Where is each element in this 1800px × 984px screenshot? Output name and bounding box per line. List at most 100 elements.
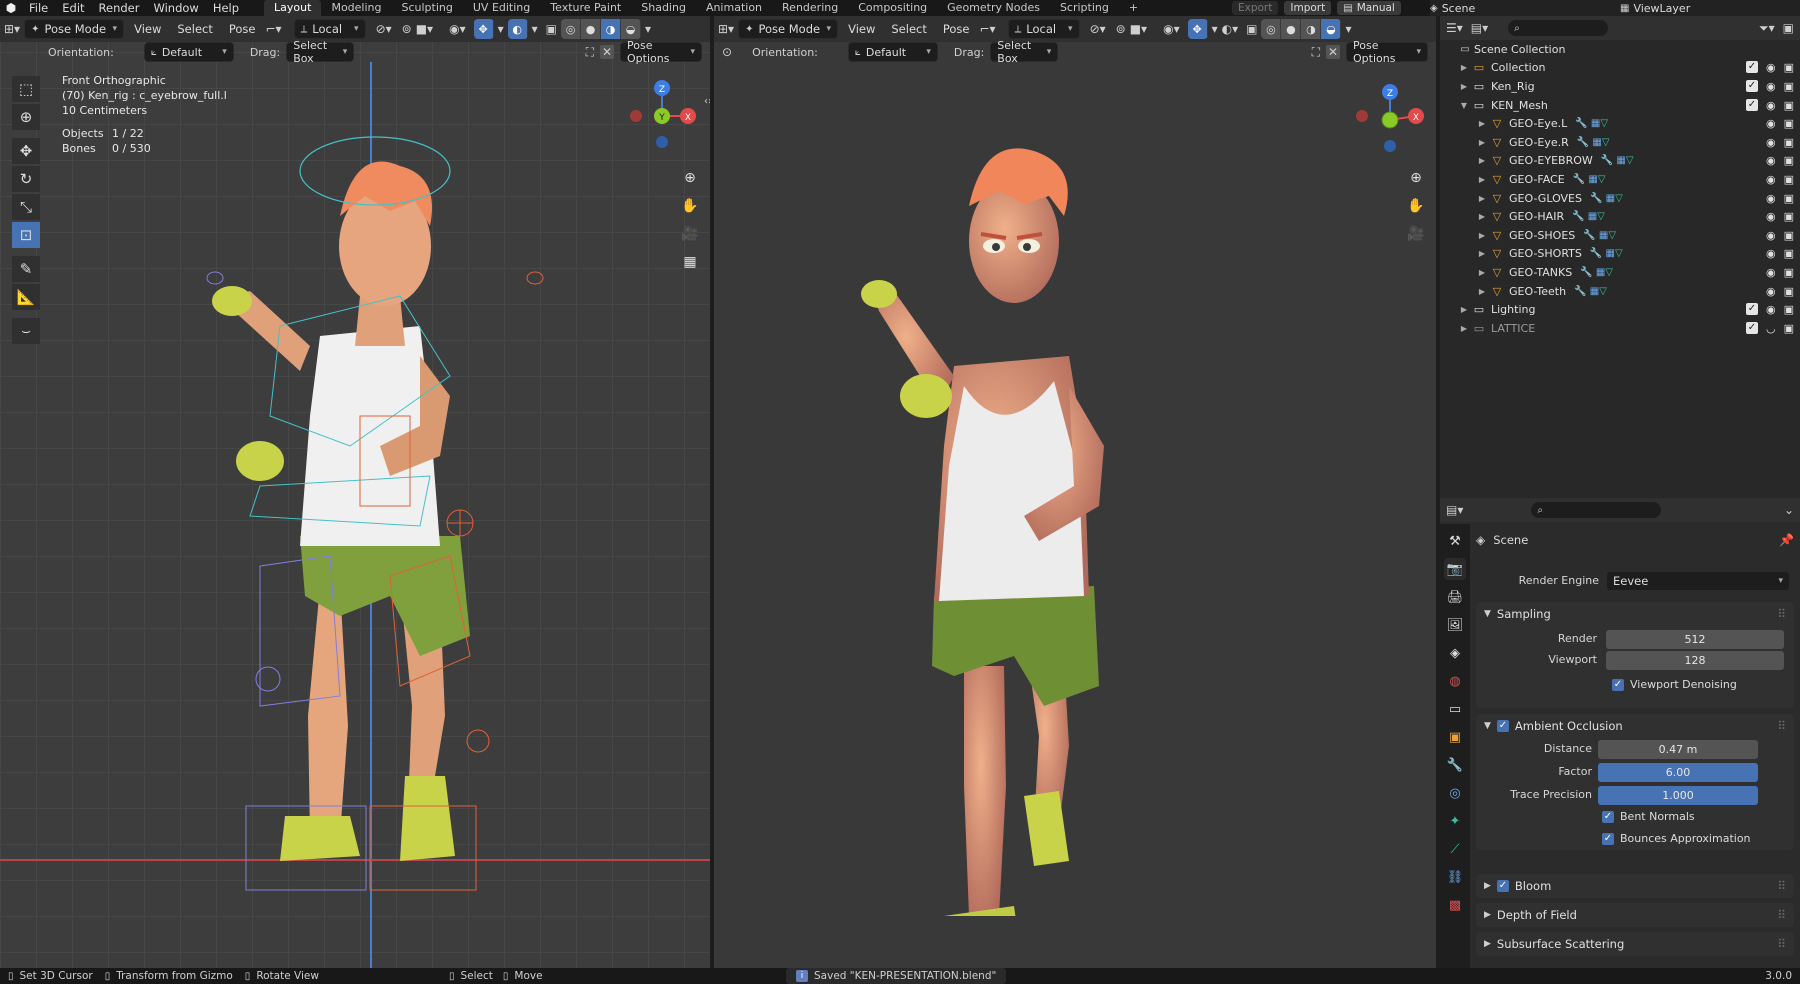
menu-pose[interactable]: Pose [937,19,976,39]
drag-dropdown[interactable]: Select Box ▾ [990,39,1059,65]
blender-logo-icon[interactable]: ⬢ [0,1,22,15]
eye-icon[interactable]: ◉ [1766,136,1776,149]
outliner-search-input[interactable]: ⌕ [1508,20,1609,36]
tab-uv-editing[interactable]: UV Editing [463,0,540,16]
pin-icon[interactable]: 📌 [1779,533,1794,547]
expand-right-icon[interactable]: ▶ [1476,212,1488,221]
scene-tab-icon[interactable]: ◈ [1444,642,1466,664]
gizmo-icon[interactable]: ✥ [1187,19,1208,39]
exclude-checkbox[interactable]: ✓ [1745,79,1758,92]
expand-right-icon[interactable]: ▶ [1476,287,1488,296]
cursor-tool[interactable]: ⊕ [12,104,40,130]
render-camera-icon[interactable]: ▣ [1784,99,1794,112]
bloom-panel[interactable]: ▶ ✓ Bloom ⠿ [1476,874,1794,898]
ao-trace-precision-field[interactable]: 1.000 [1598,786,1758,805]
outliner-item[interactable]: ▶ ▽ GEO-SHORTS 🔧 ▦ ▽ ◉ ▣ [1440,245,1800,264]
outliner-item[interactable]: ▶ ▽ GEO-SHOES 🔧 ▦ ▽ ◉ ▣ [1440,226,1800,245]
visibility-icon[interactable]: ◉▾ [1163,22,1180,36]
mode-dropdown[interactable]: ✦ Pose Mode ▾ [738,19,839,39]
render-camera-icon[interactable]: ▣ [1784,173,1794,186]
move-tool[interactable]: ✥ [12,138,40,164]
rendered-shading-icon[interactable]: ◒ [621,19,641,39]
exclude-checkbox[interactable]: ✓ [1745,61,1758,74]
status-report[interactable]: i Saved "KEN-PRESENTATION.blend" [786,968,1007,984]
wireframe-shading-icon[interactable]: ◎ [561,19,581,39]
render-camera-icon[interactable]: ▣ [1784,247,1794,260]
eye-icon[interactable]: ◉ [1766,229,1776,242]
outliner-item[interactable]: ▶ ▽ GEO-GLOVES 🔧 ▦ ▽ ◉ ▣ [1440,189,1800,208]
expand-right-icon[interactable]: ▶ [1476,249,1488,258]
eye-icon[interactable]: ◉ [1766,173,1776,186]
pivot-icon[interactable]: ⊘▾ [1090,22,1106,36]
gizmo-toggle[interactable]: ✥ [473,19,494,39]
import-button[interactable]: Import [1284,1,1332,15]
overlay-dropdown-icon[interactable]: ▾ [532,22,538,36]
pose-copy-icon[interactable]: ⌐▾ [266,22,282,36]
exclude-checkbox[interactable]: ✓ [1745,303,1758,316]
editor-type-icon[interactable]: ▤▾ [1446,503,1463,517]
eye-icon[interactable]: ◉ [1766,266,1776,279]
menu-file[interactable]: File [22,0,55,16]
bone-tab-icon[interactable]: ⟋ [1444,838,1466,860]
gizmo-toggle[interactable]: ✥ [1187,19,1208,39]
render-camera-icon[interactable]: ▣ [1784,136,1794,149]
expand-right-icon[interactable]: ▶ [1476,156,1488,165]
tab-modeling[interactable]: Modeling [321,0,391,16]
orientation-dropdown[interactable]: ⟀ Default ▾ [847,42,938,62]
world-tab-icon[interactable]: ◍ [1444,670,1466,692]
zoom-icon[interactable]: ⊕ [678,166,702,190]
render-samples-field[interactable]: 512 [1606,630,1784,649]
render-camera-icon[interactable]: ▣ [1784,303,1794,316]
close-icon[interactable]: ✕ [1326,45,1340,59]
material-shading-icon[interactable]: ◑ [601,19,621,39]
solid-shading-icon[interactable]: ● [581,19,601,39]
overlay-toggle[interactable]: ◐ [507,19,528,39]
editor-type-icon[interactable]: ⊞▾ [4,22,20,36]
filter-icon[interactable]: ⏷▾ [1759,21,1775,36]
outliner-item[interactable]: ▶ ▭ Lighting ✓ ◉ ▣ [1440,300,1800,319]
drag-dropdown[interactable]: Select Box ▾ [286,39,355,65]
expand-right-icon[interactable]: ▶ [1458,82,1470,91]
rendered-character[interactable] [854,146,1154,916]
viewlayer-selector[interactable]: ViewLayer [1633,2,1690,15]
outliner-item[interactable]: ▼ ▭ KEN_Mesh ✓ ◉ ▣ [1440,96,1800,115]
tab-texture-paint[interactable]: Texture Paint [540,0,631,16]
camera-icon[interactable]: 🎥 [1404,222,1428,246]
object-data-tab-icon[interactable]: ✦ [1444,810,1466,832]
depth-of-field-panel[interactable]: ▶ Depth of Field ⠿ [1476,903,1794,927]
expand-right-icon[interactable]: ▶ [1476,138,1488,147]
eye-closed-icon[interactable]: ◡ [1766,322,1776,335]
orientation-dropdown[interactable]: ⟀ Default ▾ [143,42,234,62]
expand-right-icon[interactable]: ▶ [1476,175,1488,184]
camera-icon[interactable]: 🎥 [678,222,702,246]
expand-right-icon[interactable]: ▶ [1458,305,1470,314]
expand-right-icon[interactable]: ▶ [1458,324,1470,333]
outliner-item[interactable]: ▶ ▽ GEO-FACE 🔧 ▦ ▽ ◉ ▣ [1440,170,1800,189]
tab-shading[interactable]: Shading [631,0,696,16]
overlay-icon[interactable]: ▾ [1212,22,1218,36]
eye-icon[interactable]: ◉ [1766,99,1776,112]
shading-options-icon[interactable]: ▾ [645,22,651,36]
render-camera-icon[interactable]: ▣ [1784,266,1794,279]
ao-enable-checkbox[interactable]: ✓ [1496,720,1509,732]
viewport-samples-field[interactable]: 128 [1606,651,1784,670]
outliner-item[interactable]: ▶ ▽ GEO-HAIR 🔧 ▦ ▽ ◉ ▣ [1440,207,1800,226]
physics-tab-icon[interactable]: ◎ [1444,782,1466,804]
render-camera-icon[interactable]: ▣ [1784,210,1794,223]
outliner-root[interactable]: ▭ Scene Collection [1440,40,1800,59]
tab-layout[interactable]: Layout [264,0,322,16]
overlays-icon[interactable]: ◐ [507,19,528,39]
right-3d-viewport[interactable]: ⊞▾ ✦ Pose Mode ▾ View Select Pose ⌐▾ ⟂ Loca… [714,16,1436,968]
eye-icon[interactable]: ◉ [1766,303,1776,316]
rigged-character[interactable] [190,116,550,896]
pivot-icon[interactable]: ⊘▾ [376,22,392,36]
pan-hand-icon[interactable]: ✋ [678,194,702,218]
rendered-shading-icon[interactable]: ◒ [1321,19,1342,39]
transform-tool[interactable]: ⊡ [12,222,40,248]
pose-copy-icon[interactable]: ⌐▾ [980,22,996,36]
object-tab-icon[interactable]: ▣ [1444,726,1466,748]
close-icon[interactable]: ✕ [600,45,614,59]
export-button[interactable]: Export [1232,1,1279,15]
drag-handle-icon[interactable]: ⠿ [1777,879,1786,893]
annotate-tool[interactable]: ✎ [12,256,40,282]
